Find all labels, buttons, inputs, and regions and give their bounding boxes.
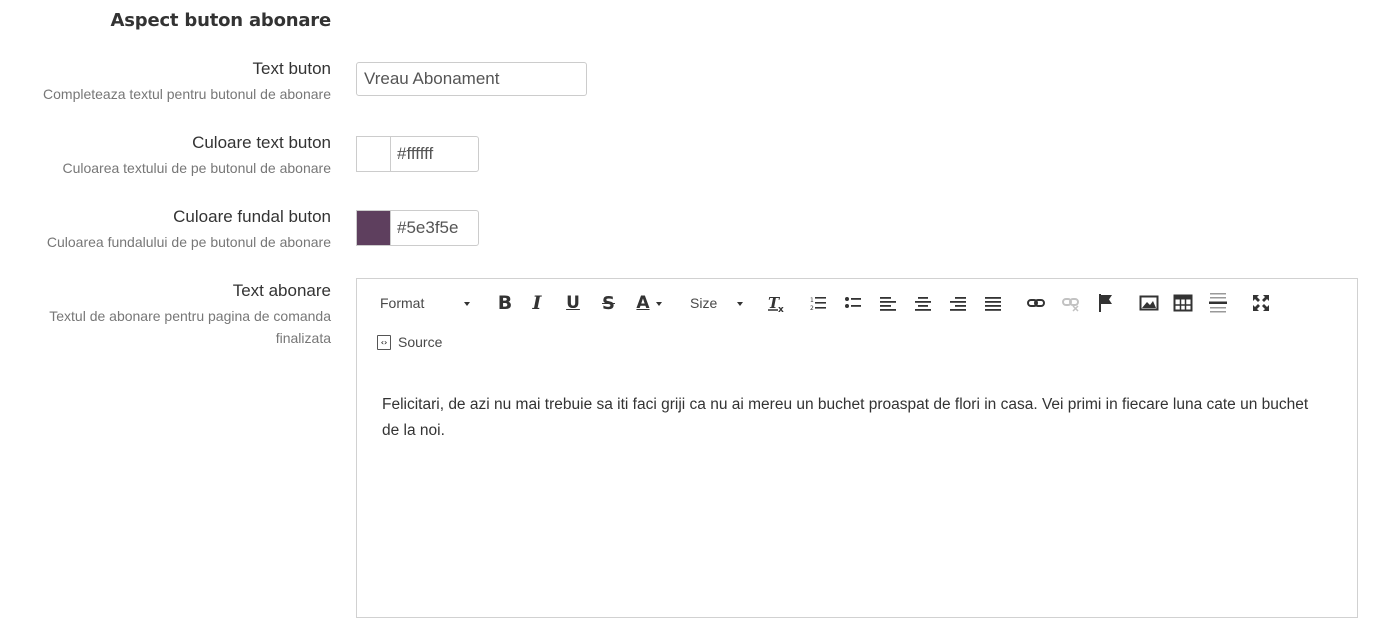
subscribe-text-label-group: Text abonare Textul de abonare pentru pa…: [1, 280, 331, 349]
maximize-icon[interactable]: [1251, 291, 1271, 315]
underline-icon[interactable]: U: [564, 291, 582, 315]
svg-text:1: 1: [810, 297, 814, 304]
button-text-color-label-group: Culoare text buton Culoarea textului de …: [1, 132, 331, 179]
link-icon[interactable]: [1026, 291, 1046, 315]
source-icon: ‹›: [377, 334, 391, 350]
italic-icon[interactable]: I: [529, 291, 545, 315]
align-left-icon[interactable]: [879, 291, 897, 315]
text-color-chevron-down-icon[interactable]: [656, 302, 662, 306]
horizontal-line-icon[interactable]: [1208, 291, 1228, 315]
format-chevron-down-icon[interactable]: [464, 302, 470, 306]
button-text-help: Completeaza textul pentru butonul de abo…: [43, 86, 331, 102]
button-text-label: Text buton: [252, 59, 331, 78]
svg-text:2: 2: [810, 305, 814, 312]
button-text-color-help: Culoarea textului de pe butonul de abona…: [62, 160, 331, 176]
button-text-label-group: Text buton Completeaza textul pentru but…: [1, 58, 331, 105]
align-right-icon[interactable]: [949, 291, 967, 315]
numbered-list-icon[interactable]: 1 2: [809, 291, 827, 315]
image-icon[interactable]: [1139, 291, 1159, 315]
editor-toolbar: Format B I U S A Size T x 1 2 ‹› Source: [357, 279, 1357, 359]
table-icon[interactable]: [1173, 291, 1193, 315]
svg-text:x: x: [778, 305, 784, 313]
format-dropdown[interactable]: Format: [380, 292, 424, 314]
button-text-color-input[interactable]: [390, 136, 479, 172]
button-bg-color-swatch[interactable]: [356, 210, 390, 246]
button-bg-color-help: Culoarea fundalului de pe butonul de abo…: [46, 234, 331, 250]
remove-format-icon[interactable]: T x: [766, 291, 786, 315]
button-text-color-picker: [356, 136, 479, 172]
button-text-color-swatch[interactable]: [356, 136, 390, 172]
button-text-input[interactable]: [356, 62, 587, 96]
button-bg-color-input[interactable]: [390, 210, 479, 246]
button-bg-color-label: Culoare fundal buton: [173, 207, 331, 226]
align-center-icon[interactable]: [914, 291, 932, 315]
section-title: Aspect buton abonare: [110, 10, 332, 31]
source-button-label: Source: [398, 334, 443, 350]
button-bg-color-label-group: Culoare fundal buton Culoarea fundalului…: [1, 206, 331, 253]
size-dropdown-label: Size: [690, 295, 718, 311]
button-bg-color-picker: [356, 210, 479, 246]
subscribe-text-label: Text abonare: [232, 281, 331, 300]
button-text-color-label: Culoare text buton: [192, 133, 331, 152]
editor-content[interactable]: Felicitari, de azi nu mai trebuie sa iti…: [382, 392, 1322, 444]
bulleted-list-icon[interactable]: [844, 291, 862, 315]
rich-text-editor: Format B I U S A Size T x 1 2 ‹› Source …: [356, 278, 1358, 618]
bold-icon[interactable]: B: [496, 291, 514, 315]
strikethrough-icon[interactable]: S: [600, 291, 617, 315]
anchor-icon[interactable]: [1097, 291, 1115, 315]
subscribe-text-help: Textul de abonare pentru pagina de coman…: [49, 308, 331, 346]
size-dropdown[interactable]: Size: [690, 292, 717, 314]
align-justify-icon[interactable]: [984, 291, 1002, 315]
format-dropdown-label: Format: [380, 295, 425, 311]
unlink-icon[interactable]: [1061, 291, 1081, 315]
source-button[interactable]: ‹› Source: [377, 331, 442, 353]
text-color-icon[interactable]: A: [634, 291, 652, 315]
size-chevron-down-icon[interactable]: [737, 302, 743, 306]
